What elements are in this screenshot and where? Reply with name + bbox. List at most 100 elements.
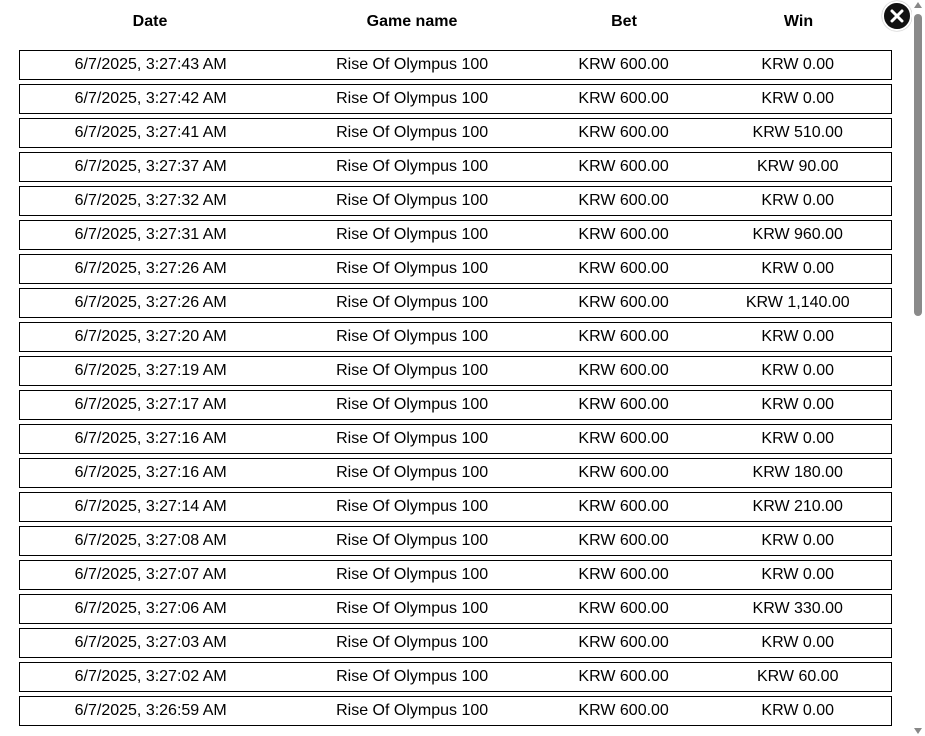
bet-history-window: Date Game name Bet Win 6/7/2025, 3:27:43… — [0, 0, 925, 736]
row-date: 6/7/2025, 3:27:02 AM — [74, 668, 227, 685]
row-date: 6/7/2025, 3:27:31 AM — [74, 226, 227, 243]
row-bet: KRW 600.00 — [578, 702, 669, 719]
bet-history-list[interactable]: 6/7/2025, 3:27:43 AM Rise Of Olympus 100 K… — [19, 50, 892, 730]
row-win: KRW 90.00 — [756, 158, 839, 175]
table-row[interactable]: 6/7/2025, 3:26:59 AM Rise Of Olympus 100 K… — [19, 696, 892, 726]
header-bet: Bet — [611, 13, 637, 30]
table-row[interactable]: 6/7/2025, 3:27:17 AM Rise Of Olympus 100 K… — [19, 390, 892, 420]
table-row[interactable]: 6/7/2025, 3:27:03 AM Rise Of Olympus 100 K… — [19, 628, 892, 658]
row-bet: KRW 600.00 — [578, 192, 669, 209]
row-win: KRW 0.00 — [761, 362, 835, 379]
table-row[interactable]: 6/7/2025, 3:27:02 AM Rise Of Olympus 100 K… — [19, 662, 892, 692]
row-game-name: Rise Of Olympus 100 — [336, 192, 489, 209]
row-win: KRW 0.00 — [761, 192, 835, 209]
row-game-name: Rise Of Olympus 100 — [336, 226, 489, 243]
scroll-down-arrow-icon[interactable] — [912, 726, 925, 736]
table-row[interactable]: 6/7/2025, 3:27:32 AM Rise Of Olympus 100 K… — [19, 186, 892, 216]
table-row[interactable]: 6/7/2025, 3:27:20 AM Rise Of Olympus 100 K… — [19, 322, 892, 352]
row-bet: KRW 600.00 — [578, 668, 669, 685]
close-button[interactable] — [882, 1, 912, 31]
vertical-scrollbar[interactable] — [912, 0, 925, 736]
scroll-up-arrow-icon[interactable] — [912, 0, 925, 10]
row-bet: KRW 600.00 — [578, 294, 669, 311]
row-game-name: Rise Of Olympus 100 — [336, 396, 489, 413]
row-bet: KRW 600.00 — [578, 362, 669, 379]
row-game-name: Rise Of Olympus 100 — [336, 430, 489, 447]
row-win: KRW 210.00 — [752, 498, 843, 515]
row-game-name: Rise Of Olympus 100 — [336, 124, 489, 141]
close-icon — [890, 9, 904, 23]
row-win: KRW 0.00 — [761, 634, 835, 651]
table-row[interactable]: 6/7/2025, 3:27:37 AM Rise Of Olympus 100 K… — [19, 152, 892, 182]
row-date: 6/7/2025, 3:27:14 AM — [74, 498, 227, 515]
row-game-name: Rise Of Olympus 100 — [336, 498, 489, 515]
row-bet: KRW 600.00 — [578, 430, 669, 447]
row-date: 6/7/2025, 3:27:41 AM — [74, 124, 227, 141]
row-bet: KRW 600.00 — [578, 396, 669, 413]
scroll-thumb[interactable] — [914, 14, 922, 316]
row-game-name: Rise Of Olympus 100 — [336, 328, 489, 345]
row-bet: KRW 600.00 — [578, 634, 669, 651]
row-game-name: Rise Of Olympus 100 — [336, 294, 489, 311]
row-date: 6/7/2025, 3:27:06 AM — [74, 600, 227, 617]
row-win: KRW 510.00 — [752, 124, 843, 141]
table-row[interactable]: 6/7/2025, 3:27:31 AM Rise Of Olympus 100 K… — [19, 220, 892, 250]
table-row[interactable]: 6/7/2025, 3:27:43 AM Rise Of Olympus 100 K… — [19, 50, 892, 80]
row-bet: KRW 600.00 — [578, 532, 669, 549]
table-row[interactable]: 6/7/2025, 3:27:14 AM Rise Of Olympus 100 K… — [19, 492, 892, 522]
row-date: 6/7/2025, 3:27:19 AM — [74, 362, 227, 379]
row-game-name: Rise Of Olympus 100 — [336, 260, 489, 277]
table-row[interactable]: 6/7/2025, 3:27:42 AM Rise Of Olympus 100 K… — [19, 84, 892, 114]
row-win: KRW 0.00 — [761, 56, 835, 73]
row-win: KRW 0.00 — [761, 430, 835, 447]
header-game-name: Game name — [366, 13, 458, 30]
table-row[interactable]: 6/7/2025, 3:27:41 AM Rise Of Olympus 100 K… — [19, 118, 892, 148]
row-date: 6/7/2025, 3:27:26 AM — [74, 294, 227, 311]
table-row[interactable]: 6/7/2025, 3:27:19 AM Rise Of Olympus 100 K… — [19, 356, 892, 386]
row-win: KRW 180.00 — [752, 464, 843, 481]
table-row[interactable]: 6/7/2025, 3:27:16 AM Rise Of Olympus 100 K… — [19, 424, 892, 454]
row-bet: KRW 600.00 — [578, 260, 669, 277]
row-date: 6/7/2025, 3:27:16 AM — [74, 464, 227, 481]
row-win: KRW 0.00 — [761, 702, 835, 719]
row-date: 6/7/2025, 3:27:32 AM — [74, 192, 227, 209]
row-game-name: Rise Of Olympus 100 — [336, 634, 489, 651]
row-game-name: Rise Of Olympus 100 — [336, 566, 489, 583]
row-bet: KRW 600.00 — [578, 600, 669, 617]
row-win: KRW 0.00 — [761, 566, 835, 583]
table-row[interactable]: 6/7/2025, 3:27:06 AM Rise Of Olympus 100 K… — [19, 594, 892, 624]
row-game-name: Rise Of Olympus 100 — [336, 668, 489, 685]
row-date: 6/7/2025, 3:27:20 AM — [74, 328, 227, 345]
row-win: KRW 0.00 — [761, 532, 835, 549]
row-bet: KRW 600.00 — [578, 328, 669, 345]
table-row[interactable]: 6/7/2025, 3:27:26 AM Rise Of Olympus 100 K… — [19, 288, 892, 318]
row-bet: KRW 600.00 — [578, 124, 669, 141]
row-game-name: Rise Of Olympus 100 — [336, 702, 489, 719]
row-game-name: Rise Of Olympus 100 — [336, 158, 489, 175]
row-date: 6/7/2025, 3:27:42 AM — [74, 90, 227, 107]
row-bet: KRW 600.00 — [578, 226, 669, 243]
row-bet: KRW 600.00 — [578, 566, 669, 583]
row-date: 6/7/2025, 3:26:59 AM — [74, 702, 227, 719]
row-game-name: Rise Of Olympus 100 — [336, 600, 489, 617]
row-win: KRW 0.00 — [761, 328, 835, 345]
row-game-name: Rise Of Olympus 100 — [336, 362, 489, 379]
row-win: KRW 60.00 — [756, 668, 839, 685]
table-row[interactable]: 6/7/2025, 3:27:07 AM Rise Of Olympus 100 K… — [19, 560, 892, 590]
row-bet: KRW 600.00 — [578, 56, 669, 73]
row-win: KRW 960.00 — [752, 226, 843, 243]
row-win: KRW 0.00 — [761, 90, 835, 107]
row-win: KRW 1,140.00 — [745, 294, 850, 311]
row-date: 6/7/2025, 3:27:08 AM — [74, 532, 227, 549]
row-date: 6/7/2025, 3:27:37 AM — [74, 158, 227, 175]
row-game-name: Rise Of Olympus 100 — [336, 90, 489, 107]
table-row[interactable]: 6/7/2025, 3:27:16 AM Rise Of Olympus 100 K… — [19, 458, 892, 488]
row-bet: KRW 600.00 — [578, 464, 669, 481]
row-date: 6/7/2025, 3:27:17 AM — [74, 396, 227, 413]
row-date: 6/7/2025, 3:27:03 AM — [74, 634, 227, 651]
table-row[interactable]: 6/7/2025, 3:27:26 AM Rise Of Olympus 100 K… — [19, 254, 892, 284]
table-row[interactable]: 6/7/2025, 3:27:08 AM Rise Of Olympus 100 K… — [19, 526, 892, 556]
row-date: 6/7/2025, 3:27:26 AM — [74, 260, 227, 277]
row-date: 6/7/2025, 3:27:07 AM — [74, 566, 227, 583]
row-bet: KRW 600.00 — [578, 90, 669, 107]
